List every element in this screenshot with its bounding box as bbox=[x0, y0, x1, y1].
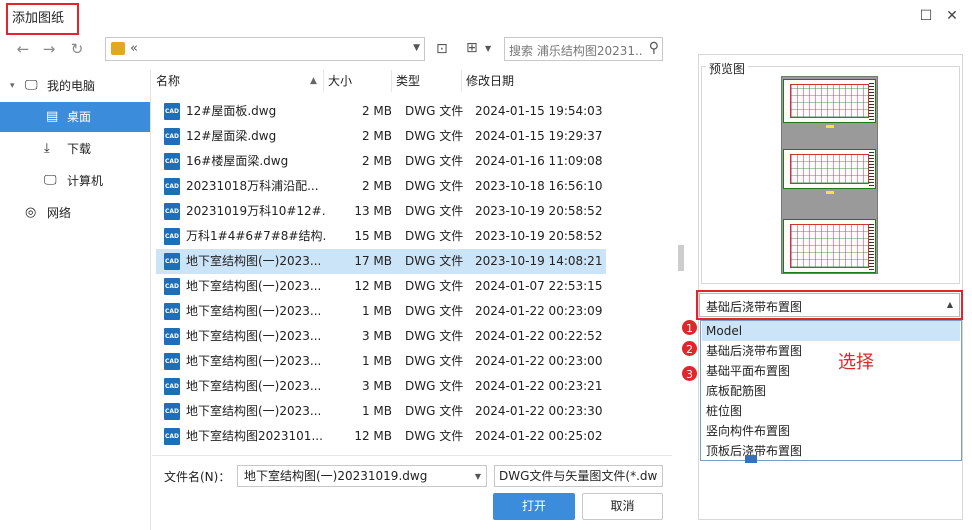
drawing-preview-image bbox=[781, 76, 878, 274]
cad-file-icon: CAD bbox=[164, 353, 180, 370]
cad-file-icon: CAD bbox=[164, 428, 180, 445]
layout-option[interactable]: 基础后浇带布置图 bbox=[702, 341, 960, 361]
network-icon: ◎ bbox=[25, 205, 37, 220]
sidebar-item-computer[interactable]: 🖵 计算机 bbox=[0, 166, 150, 196]
search-input[interactable]: 搜索 浦乐结构图20231... ⚲ bbox=[504, 37, 663, 61]
cad-file-icon: CAD bbox=[164, 103, 180, 120]
table-row[interactable]: CAD 地下室结构图(一)2023... 1 MB DWG 文件 2024-01-22 … bbox=[156, 349, 606, 374]
layout-option[interactable]: 底板配筋图 bbox=[702, 381, 960, 401]
chevron-down-icon[interactable]: ▼ bbox=[413, 43, 420, 53]
table-row[interactable]: CAD 20231018万科浦沿配... 2 MB DWG 文件 2023-10-18 … bbox=[156, 174, 606, 199]
search-icon[interactable]: ⚲ bbox=[649, 40, 659, 56]
cad-file-icon: CAD bbox=[164, 278, 180, 295]
column-size[interactable]: 大小 bbox=[324, 70, 392, 92]
chevron-up-icon[interactable]: ▲ bbox=[947, 300, 953, 309]
cad-file-icon: CAD bbox=[164, 328, 180, 345]
sidebar-item-label: 桌面 bbox=[67, 110, 92, 124]
column-type[interactable]: 类型 bbox=[392, 70, 462, 92]
column-header: 名称 ▲ 大小 类型 修改日期 bbox=[152, 70, 674, 92]
open-button[interactable]: 打开 bbox=[493, 493, 575, 520]
address-bar[interactable]: « ▼ bbox=[105, 37, 425, 61]
cad-file-icon: CAD bbox=[164, 378, 180, 395]
cad-file-icon: CAD bbox=[164, 403, 180, 420]
sidebar-item-desktop[interactable]: ▤ 桌面 bbox=[0, 102, 150, 132]
checkbox[interactable] bbox=[745, 455, 757, 463]
view-grid-icon[interactable]: ⊞ bbox=[466, 40, 478, 56]
chevron-down-icon[interactable]: ▼ bbox=[475, 467, 481, 486]
table-row[interactable]: CAD 地下室结构图(一)2023... 1 MB DWG 文件 2024-01-22 … bbox=[156, 299, 606, 324]
sidebar-item-downloads[interactable]: ⤓ 下载 bbox=[0, 134, 150, 164]
filetype-select[interactable]: DWG文件与矢量图文件(*.dw bbox=[494, 465, 663, 487]
cancel-button[interactable]: 取消 bbox=[582, 493, 663, 520]
cad-file-icon: CAD bbox=[164, 128, 180, 145]
cad-file-icon: CAD bbox=[164, 178, 180, 195]
cad-file-icon: CAD bbox=[164, 303, 180, 320]
layout-option[interactable]: 竖向构件布置图 bbox=[702, 421, 960, 441]
address-text: « bbox=[130, 41, 138, 56]
sort-up-icon: ▲ bbox=[310, 76, 317, 86]
maximize-icon[interactable]: ☐ bbox=[918, 8, 934, 24]
layout-option[interactable]: 顶板后浇带布置图 bbox=[702, 441, 960, 461]
sidebar: ▾ 🖵 我的电脑 ▤ 桌面 ⤓ 下载 🖵 计算机 ◎ 网络 bbox=[0, 70, 150, 530]
layout-option[interactable]: Model bbox=[702, 321, 960, 341]
sidebar-item-label: 下载 bbox=[67, 142, 92, 156]
new-folder-icon[interactable]: ⊡ bbox=[436, 41, 448, 57]
layout-option[interactable]: 桩位图 bbox=[702, 401, 960, 421]
search-placeholder: 搜索 浦乐结构图20231... bbox=[509, 44, 643, 58]
divider bbox=[150, 70, 151, 530]
table-row[interactable]: CAD 12#屋面梁.dwg 2 MB DWG 文件 2024-01-15 19:29:… bbox=[156, 124, 606, 149]
refresh-icon[interactable]: ↻ bbox=[68, 40, 86, 58]
filename-label: 文件名(N)： bbox=[164, 470, 231, 484]
monitor-icon: 🖵 bbox=[44, 173, 57, 188]
download-icon: ⤓ bbox=[44, 141, 50, 156]
layout-option[interactable]: 基础平面布置图 bbox=[702, 361, 960, 381]
step-badge-1: 1 bbox=[681, 319, 698, 336]
table-row[interactable]: CAD 12#屋面板.dwg 2 MB DWG 文件 2024-01-15 19:54:… bbox=[156, 99, 606, 124]
layout-dropdown-list: Model 基础后浇带布置图 基础平面布置图 底板配筋图 桩位图 竖向构件布置图… bbox=[700, 320, 962, 461]
scrollbar-thumb[interactable] bbox=[678, 245, 684, 271]
cad-file-icon: CAD bbox=[164, 228, 180, 245]
column-name[interactable]: 名称 bbox=[152, 70, 324, 92]
computer-icon: 🖵 bbox=[25, 78, 38, 93]
table-row[interactable]: CAD 20231019万科10#12#... 13 MB DWG 文件 2023-10… bbox=[156, 199, 606, 224]
table-row[interactable]: CAD 万科1#4#6#7#8#结构... 15 MB DWG 文件 2023-10-1… bbox=[156, 224, 606, 249]
table-row[interactable]: CAD 地下室结构图(一)2023... 3 MB DWG 文件 2024-01-22 … bbox=[156, 324, 606, 349]
folder-icon bbox=[111, 42, 125, 55]
cad-file-icon: CAD bbox=[164, 153, 180, 170]
table-row[interactable]: CAD 地下室结构图(一)2023... 1 MB DWG 文件 2024-01-22 … bbox=[156, 399, 606, 424]
dialog-title: 添加图纸 bbox=[6, 3, 79, 35]
sidebar-item-my-computer[interactable]: ▾ 🖵 我的电脑 bbox=[0, 71, 150, 101]
arrow-right-icon[interactable]: → bbox=[40, 40, 58, 58]
arrow-left-icon[interactable]: ← bbox=[14, 40, 32, 58]
sidebar-item-label: 计算机 bbox=[67, 174, 104, 188]
title-bar: 添加图纸 ☐ ✕ bbox=[0, 0, 972, 35]
annotation-choose: 选择 bbox=[838, 352, 874, 373]
table-row-selected[interactable]: CAD 地下室结构图(一)2023... 17 MB DWG 文件 2023-10-19… bbox=[156, 249, 606, 274]
table-row[interactable]: CAD 地下室结构图2023101... 12 MB DWG 文件 2024-01-22… bbox=[156, 424, 606, 449]
preview-label: 预览图 bbox=[706, 60, 749, 77]
filename-input[interactable]: 地下室结构图(一)20231019.dwg ▼ bbox=[237, 465, 487, 487]
cad-file-icon: CAD bbox=[164, 253, 180, 270]
table-row[interactable]: CAD 地下室结构图(一)2023... 12 MB DWG 文件 2024-01-07… bbox=[156, 274, 606, 299]
cad-file-icon: CAD bbox=[164, 203, 180, 220]
expand-icon[interactable]: ▾ bbox=[10, 71, 15, 101]
divider bbox=[152, 455, 672, 456]
table-row[interactable]: CAD 地下室结构图(一)2023... 3 MB DWG 文件 2024-01-22 … bbox=[156, 374, 606, 399]
view-dropdown-icon[interactable]: ▼ bbox=[485, 44, 491, 53]
step-badge-3: 3 bbox=[681, 365, 698, 382]
close-icon[interactable]: ✕ bbox=[944, 8, 960, 24]
layout-select[interactable]: 基础后浇带布置图 ▲ bbox=[696, 290, 963, 320]
column-date[interactable]: 修改日期 bbox=[462, 70, 612, 92]
desktop-icon: ▤ bbox=[46, 109, 59, 124]
sidebar-item-label: 网络 bbox=[47, 206, 72, 220]
sidebar-item-network[interactable]: ◎ 网络 bbox=[0, 198, 150, 228]
table-row[interactable]: CAD 16#楼屋面梁.dwg 2 MB DWG 文件 2024-01-16 11:09… bbox=[156, 149, 606, 174]
layout-selected-value: 基础后浇带布置图 bbox=[706, 300, 803, 314]
step-badge-2: 2 bbox=[681, 340, 698, 357]
sidebar-item-label: 我的电脑 bbox=[47, 79, 96, 93]
